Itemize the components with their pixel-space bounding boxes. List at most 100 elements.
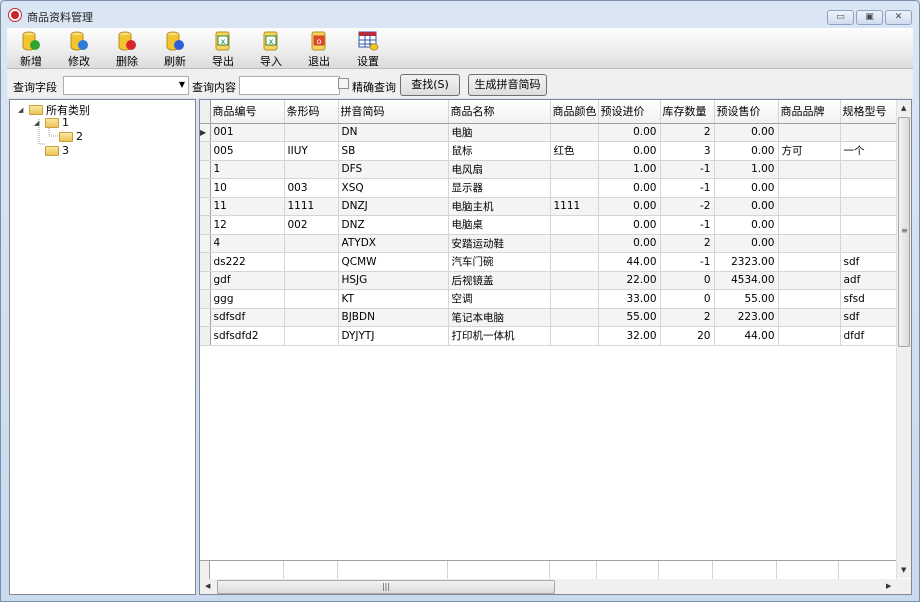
table-cell[interactable]: 12 <box>210 215 285 235</box>
table-cell[interactable]: 2 <box>660 234 715 253</box>
table-cell[interactable]: 鼠标 <box>448 141 551 161</box>
table-cell[interactable] <box>550 308 599 327</box>
table-cell[interactable] <box>284 271 339 290</box>
table-cell[interactable]: ds222 <box>210 252 285 272</box>
table-cell[interactable]: 2323.00 <box>714 252 779 272</box>
tree-node-3[interactable]: 3 <box>45 144 69 157</box>
table-cell[interactable]: 33.00 <box>598 289 661 309</box>
table-cell[interactable]: -1 <box>660 215 715 235</box>
row-header[interactable] <box>200 141 211 161</box>
column-header[interactable]: 商品名称 <box>448 100 551 124</box>
row-header[interactable] <box>200 326 211 346</box>
table-cell[interactable]: 22.00 <box>598 271 661 290</box>
toolbar-button-0[interactable]: 新增 <box>11 30 51 68</box>
table-cell[interactable]: 0.00 <box>714 141 779 161</box>
toolbar-button-6[interactable]: o 退出 <box>299 30 339 68</box>
table-cell[interactable]: 0.00 <box>598 123 661 142</box>
table-cell[interactable] <box>550 252 599 272</box>
table-cell[interactable]: adf <box>840 271 899 290</box>
table-cell[interactable]: -1 <box>660 178 715 198</box>
table-row[interactable]: 10 003 XSQ 显示器 0.00 -1 0.00 <box>200 178 899 198</box>
table-row[interactable]: gdf HSJG 后视镜盖 22.00 0 4534.00 adf <box>200 271 899 290</box>
table-cell[interactable]: 32.00 <box>598 326 661 346</box>
table-cell[interactable]: 55.00 <box>598 308 661 327</box>
toolbar-button-3[interactable]: 刷新 <box>155 30 195 68</box>
table-cell[interactable] <box>550 178 599 198</box>
horizontal-scrollbar[interactable]: ◀ ||| ▶ <box>200 579 911 594</box>
maximize-button[interactable]: ▣ <box>856 10 883 25</box>
query-field-select[interactable]: ▼ <box>63 76 189 95</box>
table-cell[interactable] <box>778 289 841 309</box>
table-cell[interactable]: sdf <box>840 308 899 327</box>
table-cell[interactable]: 一个 <box>840 141 899 161</box>
table-cell[interactable]: HSJG <box>338 271 449 290</box>
table-cell[interactable]: SB <box>338 141 449 161</box>
row-header[interactable] <box>200 178 211 198</box>
table-cell[interactable]: 0.00 <box>714 215 779 235</box>
table-cell[interactable]: -1 <box>660 160 715 179</box>
table-cell[interactable] <box>284 289 339 309</box>
row-header[interactable] <box>200 215 211 235</box>
table-cell[interactable]: DN <box>338 123 449 142</box>
table-cell[interactable]: 安踏运动鞋 <box>448 234 551 253</box>
table-cell[interactable]: 0.00 <box>598 234 661 253</box>
table-cell[interactable]: 005 <box>210 141 285 161</box>
table-cell[interactable]: sdf <box>840 252 899 272</box>
column-header[interactable]: 预设售价 <box>714 100 779 124</box>
table-cell[interactable] <box>778 234 841 253</box>
row-header[interactable] <box>200 234 211 253</box>
table-cell[interactable] <box>778 160 841 179</box>
table-row[interactable]: sdfsdfd2 DYJYTJ 打印机一体机 32.00 20 44.00 dfdf <box>200 326 899 346</box>
exact-query-checkbox[interactable] <box>338 78 349 89</box>
table-cell[interactable]: 001 <box>210 123 285 142</box>
table-cell[interactable]: 1.00 <box>598 160 661 179</box>
table-cell[interactable]: 223.00 <box>714 308 779 327</box>
table-cell[interactable] <box>284 160 339 179</box>
table-cell[interactable] <box>778 123 841 142</box>
table-cell[interactable]: sdfsdfd2 <box>210 326 285 346</box>
table-row[interactable]: sdfsdf BJBDN 笔记本电脑 55.00 2 223.00 sdf <box>200 308 899 327</box>
table-cell[interactable]: 2 <box>660 123 715 142</box>
table-row[interactable]: 005 IIUY SB 鼠标 红色 0.00 3 0.00 方可 一个 <box>200 141 899 161</box>
table-cell[interactable] <box>284 252 339 272</box>
table-cell[interactable] <box>778 252 841 272</box>
table-cell[interactable] <box>840 160 899 179</box>
table-row[interactable]: 12 002 DNZ 电脑桌 0.00 -1 0.00 <box>200 215 899 235</box>
table-cell[interactable]: -2 <box>660 197 715 216</box>
row-header[interactable] <box>200 308 211 327</box>
table-cell[interactable]: 1111 <box>284 197 339 216</box>
table-row[interactable]: ds222 QCMW 汽车门碗 44.00 -1 2323.00 sdf <box>200 252 899 272</box>
row-header[interactable] <box>200 160 211 179</box>
table-cell[interactable]: sdfsdf <box>210 308 285 327</box>
table-cell[interactable] <box>840 123 899 142</box>
scroll-right-icon[interactable]: ▶ <box>886 582 891 590</box>
column-header[interactable]: 预设进价 <box>598 100 661 124</box>
table-cell[interactable]: 电脑主机 <box>448 197 551 216</box>
table-cell[interactable]: 4534.00 <box>714 271 779 290</box>
find-button[interactable]: 查找(S) <box>400 74 460 96</box>
table-cell[interactable] <box>550 160 599 179</box>
table-cell[interactable]: DNZ <box>338 215 449 235</box>
table-cell[interactable]: -1 <box>660 252 715 272</box>
table-cell[interactable]: 0.00 <box>714 197 779 216</box>
row-header[interactable] <box>200 252 211 272</box>
table-cell[interactable] <box>550 271 599 290</box>
table-cell[interactable]: 汽车门碗 <box>448 252 551 272</box>
table-row[interactable]: 1 DFS 电风扇 1.00 -1 1.00 <box>200 160 899 179</box>
table-cell[interactable] <box>284 326 339 346</box>
table-cell[interactable] <box>284 308 339 327</box>
table-cell[interactable]: 002 <box>284 215 339 235</box>
column-header[interactable]: 商品颜色 <box>550 100 599 124</box>
table-cell[interactable]: 空调 <box>448 289 551 309</box>
table-cell[interactable] <box>840 215 899 235</box>
table-cell[interactable]: DYJYTJ <box>338 326 449 346</box>
table-cell[interactable] <box>550 326 599 346</box>
table-cell[interactable] <box>778 178 841 198</box>
table-cell[interactable]: 电脑 <box>448 123 551 142</box>
table-cell[interactable]: 4 <box>210 234 285 253</box>
horizontal-scroll-thumb[interactable]: ||| <box>217 580 555 594</box>
table-cell[interactable] <box>550 123 599 142</box>
table-cell[interactable] <box>840 197 899 216</box>
table-cell[interactable]: 电脑桌 <box>448 215 551 235</box>
scroll-left-icon[interactable]: ◀ <box>205 582 210 590</box>
